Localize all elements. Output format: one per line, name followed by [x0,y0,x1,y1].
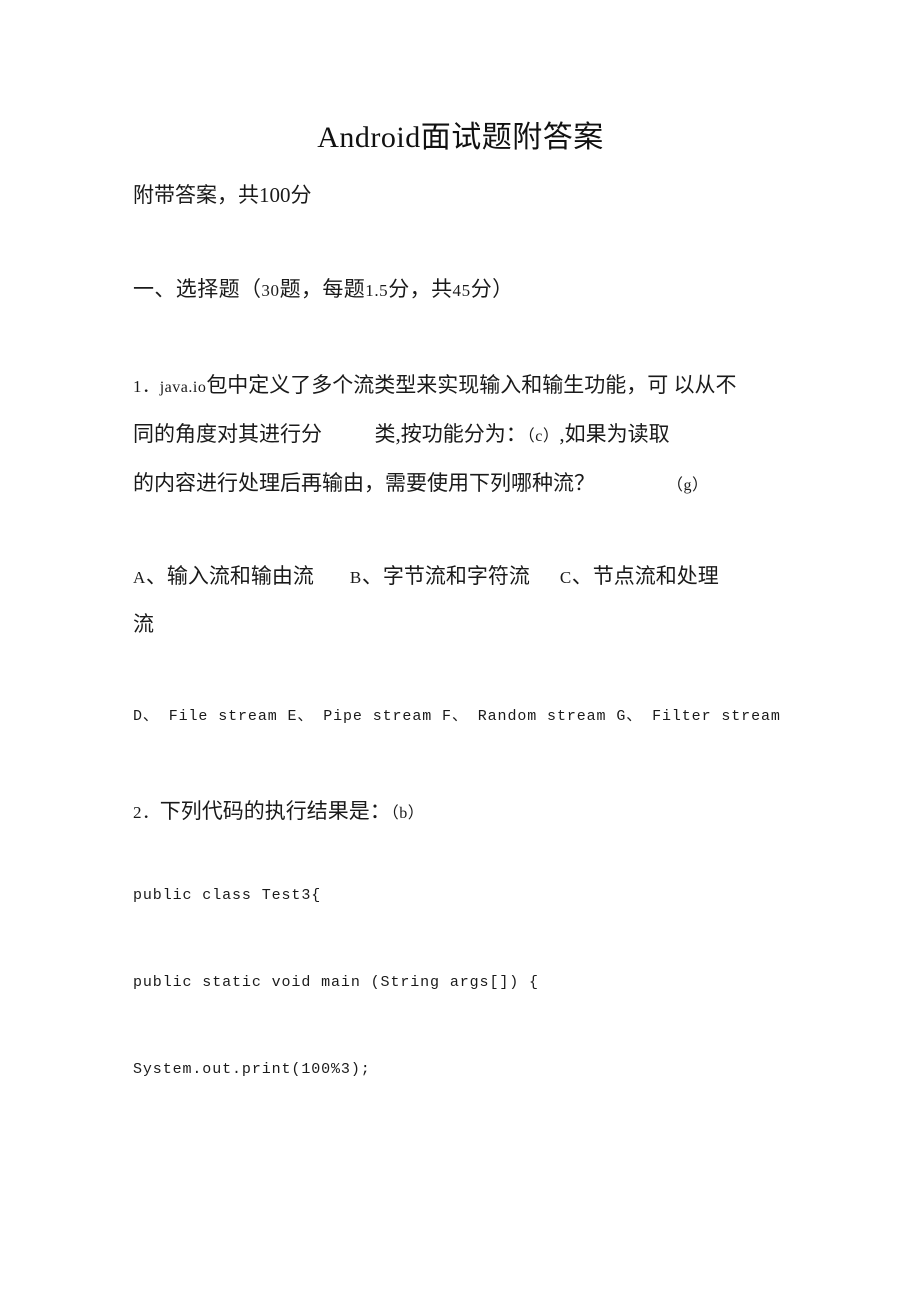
question-1-line-2-text: 同的角度对其进行分 类,按功能分为： [133,422,527,446]
option-a-separator: 、 [145,564,167,588]
question-1-line-1: 1．java.io包中定义了多个流类型来实现输入和输生功能，可 以从不 [133,362,788,411]
section-heading-mid2: 分，共 [388,277,453,301]
section-heading-count: 30 [261,281,280,300]
question-2: 2．下列代码的执行结果是：（b） public class Test3{ pub… [133,788,788,1083]
question-1-package-name: java.io [159,379,207,396]
question-1-line-1-text: 包中定义了多个流类型来实现输入和输生功能，可 以从不 [206,373,737,397]
option-c-separator: 、 [571,564,593,588]
option-b-letter: B [349,568,362,587]
code-line: public static void main (String args[]) … [133,974,539,991]
question-1-options-chinese: A、输入流和输由流 B、字节流和字符流 C、节点流和处理 流 [133,553,788,648]
option-b-separator: 、 [361,564,383,588]
section-heading-per-score: 1.5 [365,281,389,300]
document-subtitle: 附带答案，共100分 [133,183,312,207]
option-c-letter: C [559,568,572,587]
section-heading-mid1: 题，每题 [279,277,366,301]
question-1-line-3: 的内容进行处理后再输由，需要使用下列哪种流？ （g） [133,460,788,509]
question-1-answer-g: （g） [667,477,709,494]
question-1: 1．java.io包中定义了多个流类型来实现输入和输生功能，可 以从不 同的角度… [133,362,788,730]
option-c-text: 节点流和处理 [592,564,719,588]
question-2-stem: 下列代码的执行结果是： [159,799,391,823]
question-2-line-1: 2．下列代码的执行结果是：（b） [133,788,788,837]
page-title: Android面试题附答案 [317,121,604,154]
question-2-code-block: public class Test3{ public static void m… [133,883,788,1083]
question-2-number: 2 [133,803,143,822]
question-2-number-separator: ． [142,803,160,822]
document-page: Android面试题附答案 附带答案，共100分 一、选择题（30题，每题1.5… [0,0,920,1303]
question-1-line-2: 同的角度对其进行分 类,按功能分为：（c）,如果为读取 [133,411,788,460]
option-b-text: 字节流和字符流 [382,564,530,588]
question-1-options-english: D、 File stream E、 Pipe stream F、 Random … [133,708,781,725]
code-line: public class Test3{ [133,887,322,904]
question-1-option-c-wrap: 流 [133,612,154,636]
question-1-number: 1 [133,377,143,396]
section-heading-multiple-choice: 一、选择题（30题，每题1.5分，共45分） [133,272,788,308]
question-1-line-3-text: 的内容进行处理后再输由，需要使用下列哪种流？ [133,471,595,495]
question-1-answer-c: （c） [526,428,560,445]
question-1-option-row: A、输入流和输由流 B、字节流和字符流 C、节点流和处理 [133,553,788,601]
section-heading-prefix: 一、选择题（ [133,277,262,301]
code-line: System.out.print(100%3); [133,1061,371,1078]
section-heading-suffix: 分） [470,277,514,301]
option-a-text: 输入流和输由流 [166,564,314,588]
question-1-line-2-tail: ,如果为读取 [559,422,670,446]
question-2-answer-b: （b） [390,805,425,822]
option-a-letter: A [133,568,146,587]
section-heading-total-score: 45 [452,281,471,300]
question-1-number-separator: ． [142,377,160,396]
